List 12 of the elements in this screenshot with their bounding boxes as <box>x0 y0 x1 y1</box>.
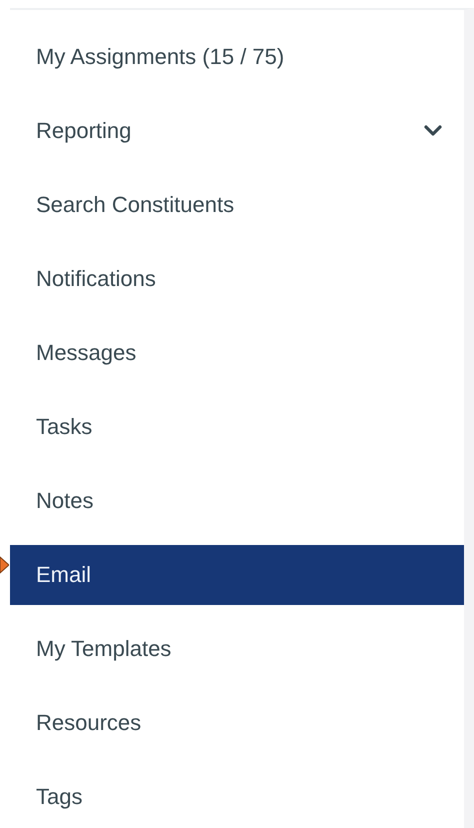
menu-item[interactable]: Messages <box>10 323 464 383</box>
chevron-icon[interactable] <box>424 125 442 137</box>
menu-item[interactable]: Notifications <box>10 249 464 309</box>
menu-item[interactable]: My Templates <box>10 619 464 679</box>
menu-item[interactable]: Search Constituents <box>10 175 464 235</box>
menu-item[interactable]: Tasks <box>10 397 464 457</box>
menu-item[interactable]: Tags <box>10 767 464 827</box>
menu-item[interactable]: Resources <box>10 693 464 753</box>
menu-item[interactable]: Reporting <box>10 101 464 161</box>
menu-item[interactable]: Notes <box>10 471 464 531</box>
pointer-icon <box>0 555 9 575</box>
menu-item[interactable]: My Assignments (15 / 75) <box>10 27 464 87</box>
